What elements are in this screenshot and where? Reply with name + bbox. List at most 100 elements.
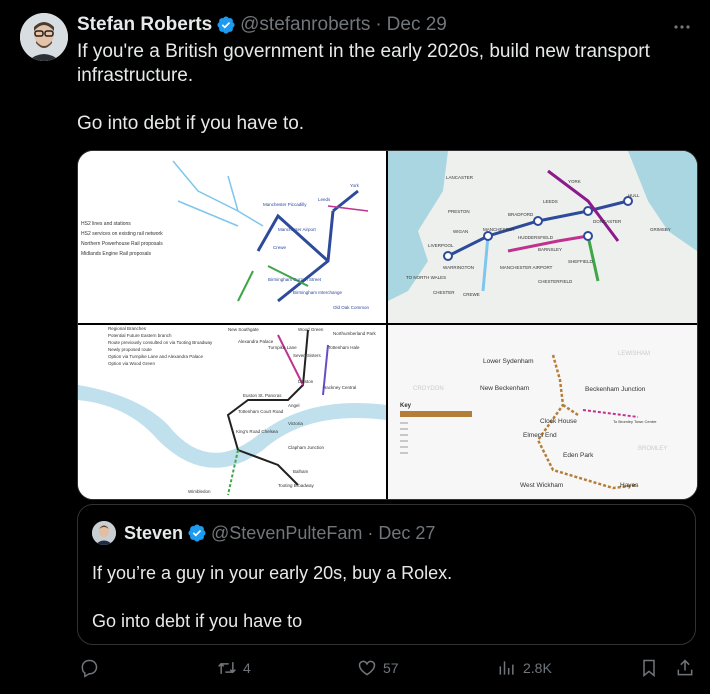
retweet-count: 4 — [243, 660, 251, 676]
tweet-actions: 4 57 2.8K — [77, 658, 697, 682]
retweet-button[interactable]: 4 — [217, 658, 251, 678]
map-label: New Southgate — [228, 327, 259, 332]
map-label: LIVERPOOL — [428, 243, 454, 248]
author-name[interactable]: Stefan Roberts — [77, 14, 212, 36]
map-label: Lower Sydenham — [483, 358, 534, 365]
map-label: Birmingham Interchange — [293, 290, 343, 295]
map-label: Victoria — [288, 421, 303, 426]
map-label: LEEDS — [543, 199, 558, 204]
map-label: Wimbledon — [188, 489, 211, 494]
map-label: LANCASTER — [446, 175, 474, 180]
author-handle[interactable]: @stefanroberts — [240, 14, 370, 36]
map-label: Tooting Broadway — [278, 483, 315, 488]
map-label: Crewe — [273, 245, 287, 250]
map-key-title: Key — [400, 403, 412, 409]
quoted-tweet-text: If you’re a guy in your early 20s, buy a… — [92, 563, 453, 631]
map-label: CROYDON — [413, 386, 444, 392]
map-label: MANCHESTER AIRPORT — [500, 265, 553, 270]
quoted-author-name: Steven — [124, 522, 184, 543]
reply-button[interactable] — [79, 658, 105, 678]
map-label: BRADFORD — [508, 212, 534, 217]
map-label: To Bromley Town Centre — [613, 419, 657, 424]
quoted-tweet-date: Dec 27 — [378, 522, 436, 543]
map-label: Tottenham Hale — [328, 345, 360, 350]
tweet-text: If you're a British government in the ea… — [77, 41, 650, 134]
map-label: Alexandra Palace — [238, 339, 274, 344]
map-label: Hackney Central — [323, 385, 356, 390]
map-label: HUDDERSFIELD — [518, 235, 554, 240]
retweet-icon — [218, 662, 236, 674]
map-label: Clock House — [540, 418, 577, 425]
like-count: 57 — [383, 660, 399, 676]
map-legend-item: Midlands Engine Rail proposals — [81, 251, 152, 257]
map-legend-item: Regional Branches — [108, 326, 147, 331]
map-label: Balham — [293, 469, 309, 474]
separator-dot: · — [367, 522, 374, 543]
map-label: Old Oak Common — [333, 305, 370, 310]
share-icon — [677, 659, 693, 676]
map-label: CHESTER — [433, 290, 455, 295]
map-label: Beckenham Junction — [585, 386, 646, 393]
views-chart-icon — [499, 661, 514, 675]
share-button[interactable] — [675, 658, 695, 678]
map-label: Leeds — [318, 197, 331, 202]
like-button[interactable]: 57 — [357, 658, 399, 678]
map-label: TO NORTH WALES — [406, 275, 446, 280]
map-legend-item: Northern Powerhouse Rail proposals — [81, 241, 163, 247]
author-avatar[interactable] — [20, 13, 68, 61]
reply-icon — [81, 659, 98, 678]
map-label: MANCHESTER — [483, 227, 515, 232]
view-count: 2.8K — [523, 660, 552, 676]
heart-icon — [358, 660, 376, 676]
tweet-date[interactable]: Dec 29 — [387, 14, 447, 36]
map-label: Dalston — [298, 379, 314, 384]
map-label: Seven Sisters — [293, 353, 322, 358]
media-grid[interactable]: HS2 lines and stations HS2 services on e… — [77, 150, 698, 500]
map-label: Manchester Piccadilly — [263, 202, 307, 207]
map-label: Tottenham Court Road — [238, 409, 284, 414]
map-label: SHEFFIELD — [568, 259, 594, 264]
map-legend-item: Potential Future Eastern branch — [108, 333, 172, 338]
map-label: WARRINGTON — [443, 265, 474, 270]
map-label: New Beckenham — [480, 385, 529, 392]
map-label: HULL — [628, 193, 640, 198]
map-legend-item: HS2 lines and stations — [81, 221, 131, 227]
map-label: PRESTON — [448, 209, 470, 214]
map-label: Elmers End — [523, 432, 557, 439]
map-label: King's Road Chelsea — [236, 429, 278, 434]
more-options-icon[interactable] — [672, 17, 692, 37]
map-legend-item: HS2 services on existing rail network — [81, 231, 163, 237]
map-label: Angel — [288, 403, 300, 408]
map-label: York — [350, 183, 360, 188]
map-label: Northumberland Park — [333, 331, 377, 336]
verified-badge-icon — [188, 524, 206, 542]
tweet-header: Stefan Roberts @stefanroberts · Dec 29 — [77, 13, 690, 37]
verified-badge-icon — [217, 16, 235, 34]
quoted-tweet-header: Steven @StevenPulteFam · Dec 27 — [92, 521, 435, 545]
bookmark-icon — [643, 659, 655, 678]
map-legend-item: Option via Turnpike Lane and Alexandra P… — [108, 354, 204, 359]
map-label: BARNSLEY — [538, 247, 562, 252]
quoted-author-avatar — [92, 521, 116, 545]
map-label: Euston St. Pancras — [243, 393, 282, 398]
bookmark-button[interactable] — [639, 658, 659, 678]
separator-dot: · — [375, 14, 382, 35]
map-label: BROMLEY — [638, 446, 667, 452]
map-legend-item: Route previously consulted on via Tootin… — [108, 340, 213, 345]
crossrail-map-image[interactable]: Regional Branches Potential Future Easte… — [78, 325, 386, 499]
map-label: DONCASTER — [593, 219, 622, 224]
beckenham-map-image[interactable]: LEWISHAM CROYDON BROMLEY Lower Sydenham … — [388, 325, 697, 499]
hs2-map-image[interactable]: HS2 lines and stations HS2 services on e… — [78, 151, 386, 323]
map-label: CREWE — [463, 292, 480, 297]
map-label: Clapham Junction — [288, 445, 325, 450]
map-label: Wood Green — [298, 327, 324, 332]
quoted-tweet[interactable]: Steven @StevenPulteFam · Dec 27 If you’r… — [77, 504, 696, 645]
map-label: Turnpike Lane — [268, 345, 297, 350]
map-label: Eden Park — [563, 452, 594, 459]
quoted-author-handle: @StevenPulteFam — [211, 522, 363, 543]
map-label: Hayes — [620, 482, 639, 489]
northern-rail-map-image[interactable]: LANCASTER PRESTON WIGAN LIVERPOOL WARRIN… — [388, 151, 697, 323]
views-button[interactable]: 2.8K — [497, 658, 552, 678]
map-label: WIGAN — [453, 229, 468, 234]
map-legend-item: Option via Wood Green — [108, 361, 155, 366]
